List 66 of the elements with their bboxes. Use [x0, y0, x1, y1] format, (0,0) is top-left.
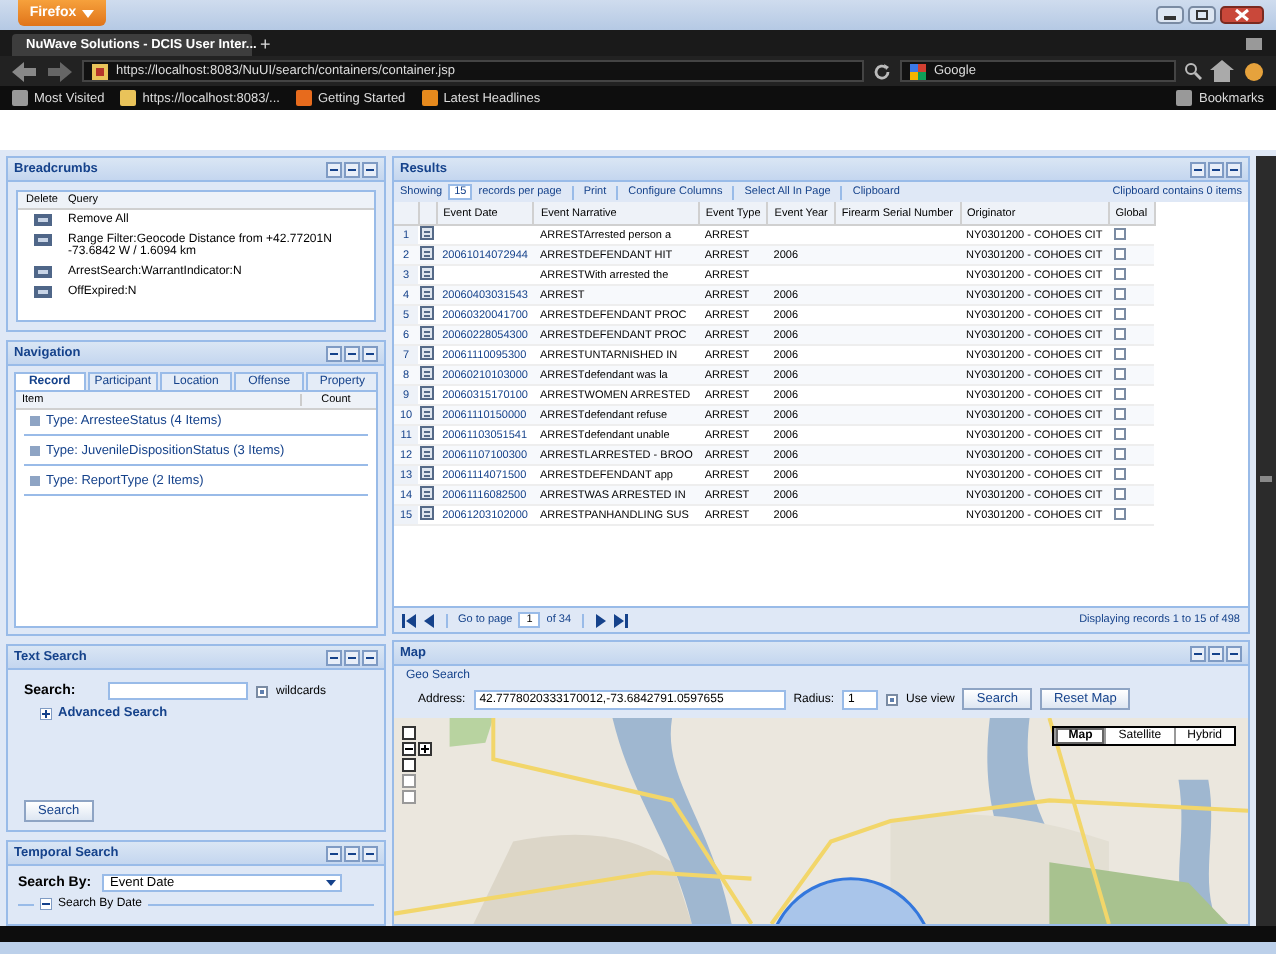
bookmark-icon: [120, 90, 137, 106]
minimize-icon[interactable]: [326, 345, 342, 361]
checkbox[interactable]: [1114, 267, 1127, 279]
home-icon[interactable]: [1210, 60, 1234, 82]
record-icon[interactable]: [420, 506, 435, 520]
tab-list-icon[interactable]: [1244, 35, 1264, 51]
record-icon[interactable]: [420, 246, 435, 260]
record-icon[interactable]: [420, 386, 435, 400]
record-icon[interactable]: [420, 366, 435, 380]
checkbox[interactable]: [1114, 227, 1127, 239]
previous-page-icon[interactable]: [422, 613, 436, 627]
checkbox[interactable]: [1114, 347, 1127, 359]
zoom-out-icon[interactable]: [402, 742, 416, 756]
checkbox[interactable]: [1114, 307, 1127, 319]
minimize-icon[interactable]: [1190, 645, 1206, 661]
record-icon[interactable]: [420, 286, 435, 300]
record-icon[interactable]: [420, 346, 435, 360]
search-input[interactable]: [108, 682, 248, 700]
caret-icon: [82, 9, 95, 17]
forward-arrow-icon[interactable]: [46, 59, 74, 83]
record-icon[interactable]: [420, 306, 435, 320]
dropdown-icon: [324, 876, 338, 890]
zoom-in-icon[interactable]: [418, 742, 432, 756]
record-icon[interactable]: [420, 326, 435, 340]
record-icon[interactable]: [420, 426, 435, 440]
checkbox[interactable]: [1114, 387, 1127, 399]
record-icon[interactable]: [420, 486, 435, 500]
checkbox[interactable]: [1114, 287, 1127, 299]
collapse-icon[interactable]: [40, 898, 52, 910]
minimize-icon[interactable]: [1156, 6, 1184, 24]
record-icon[interactable]: [420, 406, 435, 420]
checkbox[interactable]: [1114, 407, 1127, 419]
bookmark-icon: [12, 90, 28, 106]
checkbox[interactable]: [1114, 507, 1127, 519]
vertical-scrollbar[interactable]: [1256, 156, 1276, 926]
last-page-icon[interactable]: [613, 613, 628, 627]
first-page-icon[interactable]: [402, 613, 416, 627]
new-tab-button[interactable]: +: [260, 33, 271, 53]
checkbox[interactable]: [1114, 247, 1127, 259]
page-icon: [92, 63, 108, 79]
record-icon[interactable]: [420, 266, 435, 280]
minimize-icon[interactable]: [1190, 161, 1206, 177]
google-icon: [910, 63, 926, 79]
checkbox[interactable]: [886, 693, 899, 705]
search-icon[interactable]: [1184, 62, 1202, 80]
checkbox[interactable]: [1114, 427, 1127, 439]
horizontal-scrollbar[interactable]: [0, 926, 1276, 942]
bookmark-icon: [421, 90, 438, 106]
checkbox[interactable]: [1114, 367, 1127, 379]
record-icon[interactable]: [420, 446, 435, 460]
record-icon[interactable]: [420, 466, 435, 480]
checkbox[interactable]: [1114, 487, 1127, 499]
checkbox[interactable]: [1114, 327, 1127, 339]
back-arrow-icon[interactable]: [10, 59, 38, 83]
reload-icon[interactable]: [872, 61, 892, 81]
minimize-icon[interactable]: [326, 649, 342, 665]
checkbox[interactable]: [1114, 467, 1127, 479]
bookmark-icon: [295, 90, 312, 106]
minimize-icon[interactable]: [326, 845, 342, 861]
expand-icon[interactable]: [40, 707, 52, 719]
next-page-icon[interactable]: [593, 613, 608, 627]
minimize-icon[interactable]: [326, 161, 342, 177]
bookmark-icon: [1176, 90, 1193, 106]
checkbox[interactable]: [256, 685, 268, 697]
record-icon[interactable]: [420, 226, 435, 240]
checkbox[interactable]: [1114, 447, 1127, 459]
